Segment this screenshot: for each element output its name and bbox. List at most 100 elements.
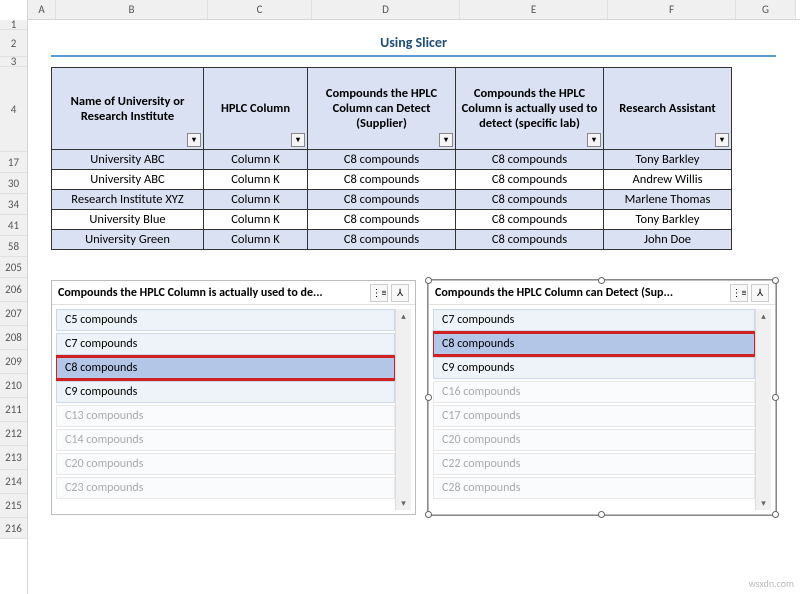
scroll-up-icon[interactable]: ▴ xyxy=(761,309,766,323)
filter-icon[interactable]: ▾ xyxy=(439,133,453,147)
row-header[interactable]: 1 xyxy=(0,20,27,30)
cell[interactable]: C8 compounds xyxy=(308,230,456,250)
th-detect: Compounds the HPLC Column can Detect (Su… xyxy=(308,68,456,150)
filter-icon[interactable]: ▾ xyxy=(715,133,729,147)
resize-handle[interactable] xyxy=(598,277,605,284)
slicer-can-detect[interactable]: Compounds the HPLC Column can Detect (Su… xyxy=(428,280,776,515)
cell[interactable]: Tony Barkley xyxy=(604,150,732,170)
col-header[interactable]: F xyxy=(608,0,736,19)
slicer-item[interactable]: C17 compounds xyxy=(433,405,755,427)
cell[interactable]: C8 compounds xyxy=(456,170,604,190)
row-header[interactable]: 210 xyxy=(0,374,27,398)
row-header[interactable]: 206 xyxy=(0,278,27,302)
resize-handle[interactable] xyxy=(772,511,779,518)
col-header[interactable]: C xyxy=(208,0,312,19)
scroll-down-icon[interactable]: ▾ xyxy=(401,496,406,510)
cell[interactable]: C8 compounds xyxy=(308,190,456,210)
scrollbar[interactable]: ▴ ▾ xyxy=(755,309,771,510)
col-header[interactable]: E xyxy=(460,0,608,19)
cell[interactable]: C8 compounds xyxy=(308,210,456,230)
row-header[interactable]: 208 xyxy=(0,326,27,350)
col-header[interactable]: A xyxy=(28,0,56,19)
cell[interactable]: Column K xyxy=(204,230,308,250)
slicer-items: C7 compoundsC8 compoundsC9 compoundsC16 … xyxy=(433,309,755,510)
row-header[interactable]: 212 xyxy=(0,422,27,446)
scroll-up-icon[interactable]: ▴ xyxy=(401,309,406,323)
filter-icon[interactable]: ▾ xyxy=(187,133,201,147)
filter-icon[interactable]: ▾ xyxy=(291,133,305,147)
slicer-item[interactable]: C14 compounds xyxy=(56,429,395,451)
cell[interactable]: Column K xyxy=(204,190,308,210)
cell[interactable]: Marlene Thomas xyxy=(604,190,732,210)
cell[interactable]: University Green xyxy=(52,230,204,250)
cell[interactable]: C8 compounds xyxy=(456,150,604,170)
resize-handle[interactable] xyxy=(598,511,605,518)
scroll-down-icon[interactable]: ▾ xyxy=(761,496,766,510)
cell[interactable]: C8 compounds xyxy=(456,230,604,250)
row-header[interactable]: 211 xyxy=(0,398,27,422)
cell[interactable]: C8 compounds xyxy=(456,190,604,210)
col-header[interactable]: D xyxy=(312,0,460,19)
watermark: wsxdn.com xyxy=(749,577,794,590)
row-header[interactable]: 34 xyxy=(0,194,27,215)
th-used: Compounds the HPLC Column is actually us… xyxy=(456,68,604,150)
cell[interactable]: Column K xyxy=(204,170,308,190)
slicer-item[interactable]: C13 compounds xyxy=(56,405,395,427)
row-header[interactable]: 213 xyxy=(0,446,27,470)
slicer-item[interactable]: C8 compounds xyxy=(56,357,395,379)
clear-filter-icon[interactable]: ⅄ xyxy=(391,284,409,302)
cell[interactable]: University ABC xyxy=(52,170,204,190)
slicer-item[interactable]: C8 compounds xyxy=(433,333,755,355)
cell[interactable]: University ABC xyxy=(52,150,204,170)
resize-handle[interactable] xyxy=(772,277,779,284)
col-header[interactable]: B xyxy=(56,0,208,19)
cell[interactable]: Column K xyxy=(204,150,308,170)
cell[interactable]: Andrew Willis xyxy=(604,170,732,190)
row-header[interactable]: 205 xyxy=(0,257,27,278)
row-header[interactable]: 30 xyxy=(0,173,27,194)
slicer-item[interactable]: C7 compounds xyxy=(56,333,395,355)
row-header[interactable]: 3 xyxy=(0,57,27,67)
col-header[interactable]: G xyxy=(736,0,796,19)
resize-handle[interactable] xyxy=(425,511,432,518)
filter-icon[interactable]: ▾ xyxy=(587,133,601,147)
slicer-item[interactable]: C20 compounds xyxy=(433,429,755,451)
cell[interactable]: Research Institute XYZ xyxy=(52,190,204,210)
row-header[interactable]: 207 xyxy=(0,302,27,326)
slicer-item[interactable]: C20 compounds xyxy=(56,453,395,475)
slicer-item[interactable]: C9 compounds xyxy=(433,357,755,379)
resize-handle[interactable] xyxy=(772,394,779,401)
row-header[interactable]: 214 xyxy=(0,470,27,494)
slicer-item[interactable]: C28 compounds xyxy=(433,477,755,499)
row-header[interactable]: 216 xyxy=(0,518,27,539)
resize-handle[interactable] xyxy=(425,277,432,284)
cell[interactable]: Column K xyxy=(204,210,308,230)
slicer-item[interactable]: C5 compounds xyxy=(56,309,395,331)
row-header[interactable]: 4 xyxy=(0,67,27,152)
page-title: Using Slicer xyxy=(51,30,776,57)
cell[interactable]: C8 compounds xyxy=(456,210,604,230)
multiselect-icon[interactable]: ⋮≡ xyxy=(730,284,748,302)
cell[interactable]: University Blue xyxy=(52,210,204,230)
slicer-item[interactable]: C9 compounds xyxy=(56,381,395,403)
scrollbar[interactable]: ▴ ▾ xyxy=(395,309,411,510)
row-header[interactable]: 2 xyxy=(0,30,27,57)
slicer-item[interactable]: C22 compounds xyxy=(433,453,755,475)
row-header[interactable]: 58 xyxy=(0,236,27,257)
slicer-used-to-detect[interactable]: Compounds the HPLC Column is actually us… xyxy=(51,280,416,515)
slicer-item[interactable]: C23 compounds xyxy=(56,477,395,499)
cell[interactable]: Tony Barkley xyxy=(604,210,732,230)
row-header[interactable]: 41 xyxy=(0,215,27,236)
slicer-title: Compounds the HPLC Column can Detect (Su… xyxy=(435,286,727,300)
row-header[interactable]: 215 xyxy=(0,494,27,518)
cell[interactable]: C8 compounds xyxy=(308,150,456,170)
row-header[interactable]: 17 xyxy=(0,152,27,173)
clear-filter-icon[interactable]: ⅄ xyxy=(751,284,769,302)
multiselect-icon[interactable]: ⋮≡ xyxy=(370,284,388,302)
cell[interactable]: C8 compounds xyxy=(308,170,456,190)
resize-handle[interactable] xyxy=(425,394,432,401)
cell[interactable]: John Doe xyxy=(604,230,732,250)
slicer-item[interactable]: C16 compounds xyxy=(433,381,755,403)
row-header[interactable]: 209 xyxy=(0,350,27,374)
slicer-item[interactable]: C7 compounds xyxy=(433,309,755,331)
